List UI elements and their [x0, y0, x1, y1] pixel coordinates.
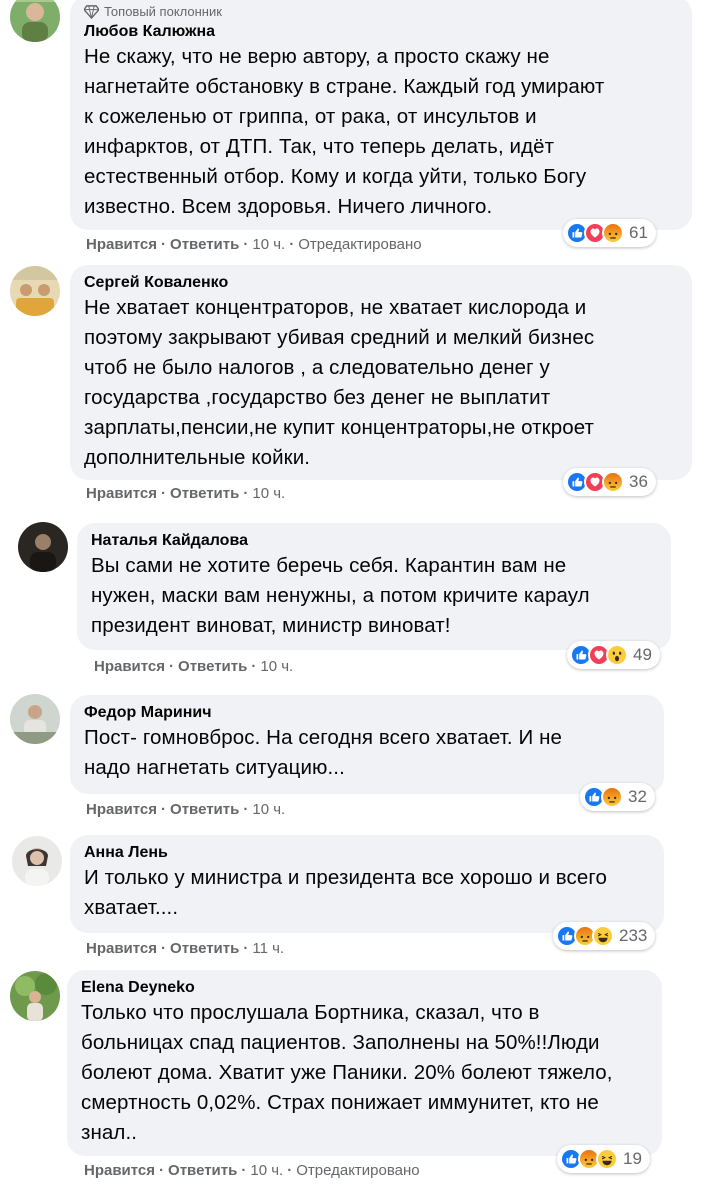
reactions-summary[interactable]: 49 — [567, 641, 660, 669]
like-button[interactable]: Нравится — [86, 236, 157, 253]
like-button[interactable]: Нравится — [86, 485, 157, 502]
reply-button[interactable]: Ответить — [170, 236, 239, 253]
comment-bubble: Elena Deyneko Только что прослушала Борт… — [67, 970, 662, 1156]
comment-actions: Нравится · Ответить · 11 ч. — [86, 940, 285, 957]
haha-icon — [596, 1148, 618, 1170]
comment-text: Пост- гомновброс. На сегодня всего хвата… — [84, 726, 563, 779]
comment-bubble: Топовый поклонник Любов Калюжна Не скажу… — [70, 0, 692, 230]
avatar[interactable] — [10, 694, 60, 744]
reactions-summary[interactable]: 61 — [563, 219, 656, 247]
comment-time[interactable]: 10 ч. — [252, 236, 285, 253]
reaction-count: 36 — [629, 472, 648, 491]
avatar[interactable] — [10, 971, 60, 1021]
comment-text: Не скажу, что не верю автору, а просто с… — [84, 45, 605, 218]
reply-button[interactable]: Ответить — [170, 485, 239, 502]
reactions-summary[interactable]: 19 — [557, 1145, 650, 1173]
comment-bubble: Анна Лень И только у министра и президен… — [70, 835, 664, 933]
comment-author[interactable]: Федор Маринич — [84, 703, 650, 723]
comment-bubble: Наталья Кайдалова Вы сами не хотите бере… — [77, 523, 671, 650]
comment-author[interactable]: Наталья Кайдалова — [91, 531, 657, 551]
avatar[interactable] — [18, 522, 68, 572]
comment-author[interactable]: Elena Deyneko — [81, 978, 648, 998]
angry-icon — [601, 786, 623, 808]
comment-time[interactable]: 10 ч. — [252, 485, 285, 502]
reaction-count: 32 — [628, 787, 647, 806]
comment-actions: Нравится · Ответить · 10 ч. — [94, 658, 294, 675]
comment-actions: Нравится · Ответить · 10 ч. — [86, 801, 286, 818]
reply-button[interactable]: Ответить — [170, 801, 239, 818]
comment-text: Только что прослушала Бортника, сказал, … — [81, 1001, 613, 1144]
comment-actions: Нравится · Ответить · 10 ч. · Отредактировано — [86, 236, 422, 253]
like-button[interactable]: Нравится — [84, 1162, 155, 1179]
comment-actions: Нравится · Ответить · 10 ч. — [86, 485, 286, 502]
comment-text: Не хватает концентраторов, не хватает ки… — [84, 296, 595, 469]
wow-icon — [606, 644, 628, 666]
angry-icon — [602, 222, 624, 244]
comment-time[interactable]: 10 ч. — [260, 658, 293, 675]
reply-button[interactable]: Ответить — [170, 940, 239, 957]
comment-time[interactable]: 11 ч. — [252, 940, 284, 957]
avatar[interactable] — [12, 836, 62, 886]
comment-actions: Нравится · Ответить · 10 ч. · Отредактировано — [84, 1162, 420, 1179]
top-fan-badge: Топовый поклонник — [84, 4, 678, 19]
reaction-count: 61 — [629, 223, 648, 242]
comment-time[interactable]: 10 ч. — [250, 1162, 283, 1179]
like-button[interactable]: Нравится — [86, 801, 157, 818]
reactions-summary[interactable]: 32 — [580, 783, 655, 811]
haha-icon — [592, 925, 614, 947]
like-button[interactable]: Нравится — [94, 658, 165, 675]
reply-button[interactable]: Ответить — [178, 658, 247, 675]
reactions-summary[interactable]: 233 — [553, 922, 656, 950]
like-button[interactable]: Нравится — [86, 940, 157, 957]
comment-bubble: Сергей Коваленко Не хватает концентратор… — [70, 265, 692, 480]
comment-author[interactable]: Любов Калюжна — [84, 22, 678, 42]
reaction-count: 49 — [633, 645, 652, 664]
reactions-summary[interactable]: 36 — [563, 468, 656, 496]
reaction-count: 19 — [623, 1149, 642, 1168]
badge-label: Топовый поклонник — [104, 4, 222, 19]
angry-icon — [602, 471, 624, 493]
comment-text: Вы сами не хотите беречь себя. Карантин … — [91, 554, 590, 637]
avatar[interactable] — [10, 0, 60, 42]
edited-label: Отредактировано — [296, 1162, 420, 1179]
comment-bubble: Федор Маринич Пост- гомновброс. На сегод… — [70, 695, 664, 794]
comment-author[interactable]: Сергей Коваленко — [84, 273, 678, 293]
diamond-icon — [84, 5, 99, 19]
comment-author[interactable]: Анна Лень — [84, 843, 650, 863]
reply-button[interactable]: Ответить — [168, 1162, 237, 1179]
comment-text: И только у министра и президента все хор… — [84, 866, 608, 919]
comment-time[interactable]: 10 ч. — [252, 801, 285, 818]
reaction-count: 233 — [619, 926, 648, 945]
avatar[interactable] — [10, 266, 60, 316]
edited-label: Отредактировано — [298, 236, 422, 253]
